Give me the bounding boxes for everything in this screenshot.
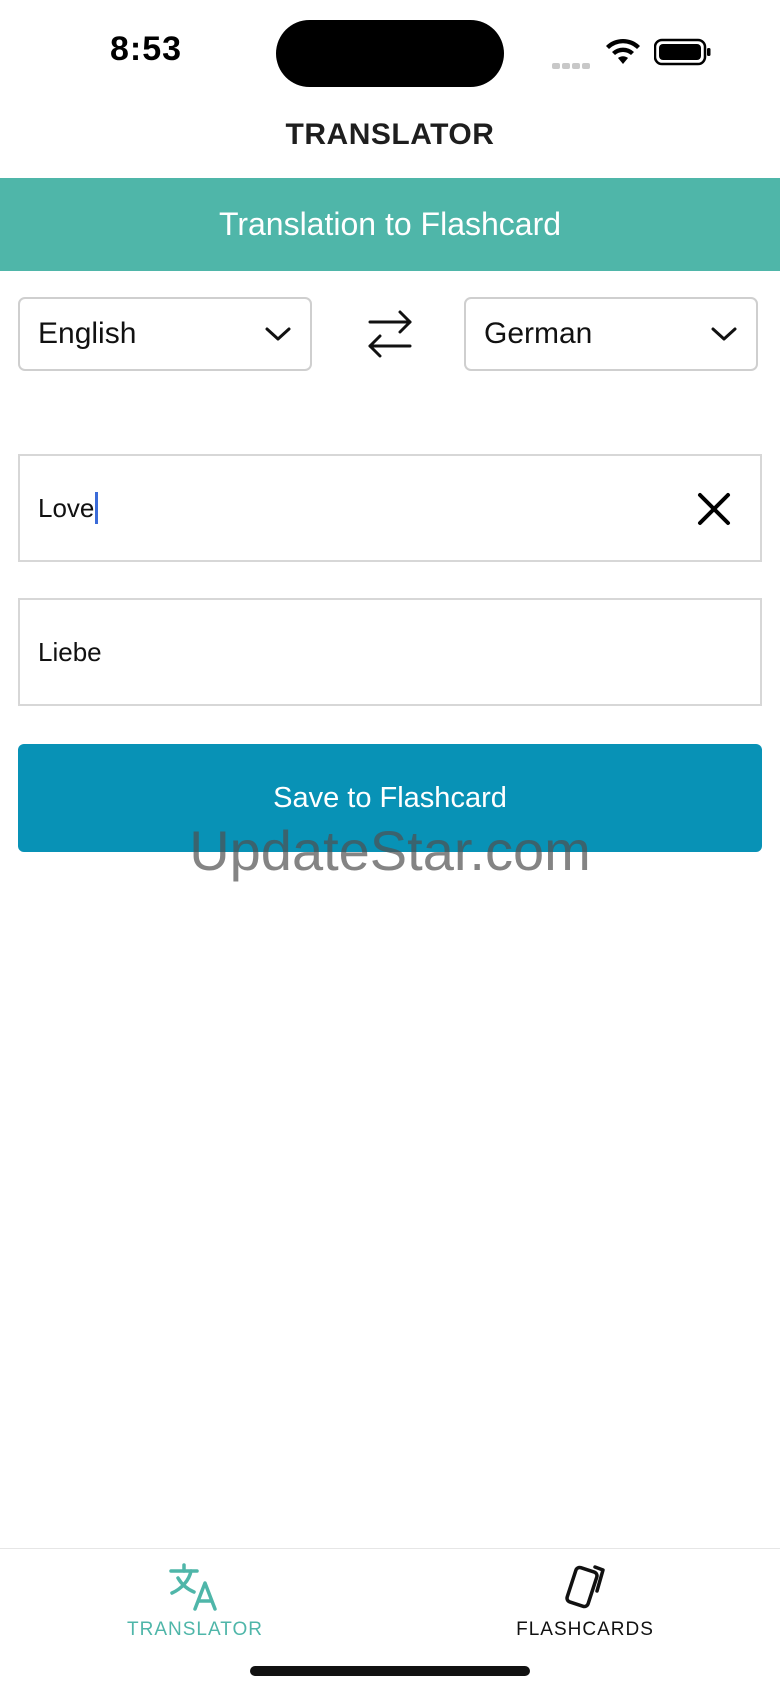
source-text-input[interactable]: Love xyxy=(18,454,762,562)
home-indicator xyxy=(250,1666,530,1676)
translation-output[interactable]: Liebe xyxy=(18,598,762,706)
target-language-select[interactable]: German xyxy=(464,297,758,371)
tab-flashcards[interactable]: FLASHCARDS xyxy=(390,1549,780,1659)
translate-icon xyxy=(169,1563,217,1611)
source-language-select[interactable]: English xyxy=(18,297,312,371)
dynamic-island xyxy=(276,20,504,87)
wifi-icon xyxy=(606,38,640,64)
status-time: 8:53 xyxy=(110,30,183,68)
tab-translator-label: TRANSLATOR xyxy=(127,1619,263,1640)
page-title: TRANSLATOR xyxy=(285,118,495,151)
status-bar: 8:53 xyxy=(0,0,780,110)
signal-icon xyxy=(552,56,594,69)
banner-text: Translation to Flashcard xyxy=(218,206,562,242)
translation-value: Liebe xyxy=(38,636,102,667)
tab-flashcards-label: FLASHCARDS xyxy=(516,1619,654,1640)
swap-languages-icon[interactable] xyxy=(364,308,416,360)
cards-icon xyxy=(565,1565,605,1609)
text-caret xyxy=(95,492,99,524)
target-language-label: German xyxy=(484,317,593,350)
battery-icon xyxy=(654,38,711,66)
tab-translator[interactable]: TRANSLATOR xyxy=(0,1549,390,1659)
source-language-label: English xyxy=(38,317,137,350)
save-to-flashcard-button[interactable]: Save to Flashcard xyxy=(18,744,762,852)
source-text-value: Love xyxy=(38,492,95,523)
chevron-down-icon xyxy=(711,327,737,341)
banner: Translation to Flashcard xyxy=(0,178,780,271)
chevron-down-icon xyxy=(265,327,291,341)
close-icon[interactable] xyxy=(696,491,732,527)
